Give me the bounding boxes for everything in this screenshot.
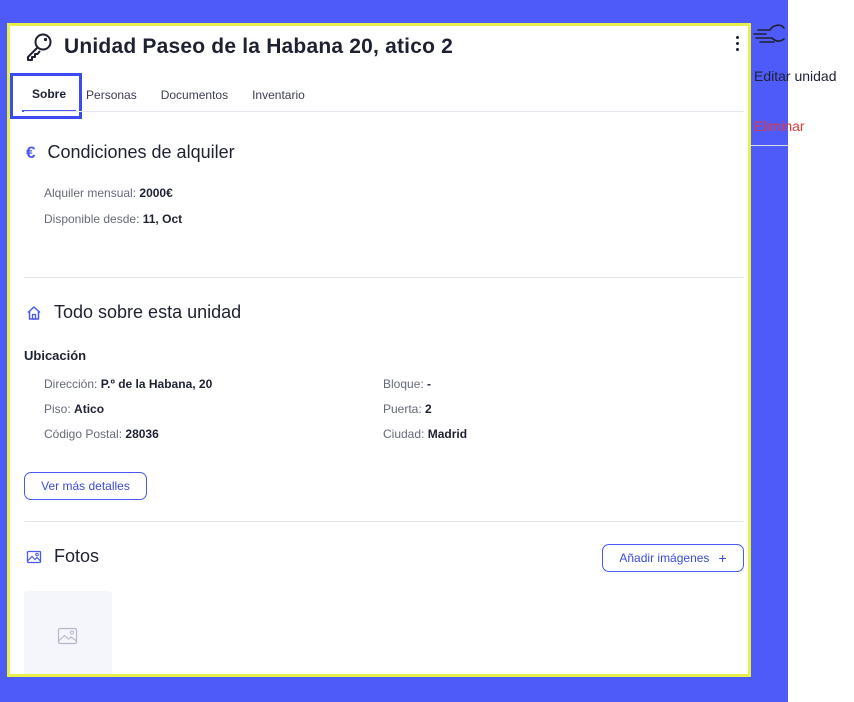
- floor-row: Piso: Atico: [44, 402, 104, 416]
- page-title: Unidad Paseo de la Habana 20, atico 2: [64, 35, 454, 58]
- postal-code-value: 28036: [125, 427, 159, 441]
- photos-title: Fotos: [54, 546, 100, 566]
- floor-value: Atico: [74, 402, 105, 416]
- address-value: P.º de la Habana, 20: [100, 377, 213, 391]
- edit-unit-menu-item[interactable]: Editar unidad: [754, 68, 837, 84]
- available-from-row: Disponible desde: 11, Oct: [44, 212, 182, 226]
- floor-label: Piso:: [44, 402, 71, 416]
- hand-cursor-icon: [753, 24, 785, 43]
- section-divider: [24, 521, 744, 522]
- block-label: Bloque:: [383, 377, 424, 391]
- image-icon: [26, 549, 42, 565]
- euro-icon: €: [26, 142, 36, 162]
- door-label: Puerta:: [383, 402, 422, 416]
- more-details-button[interactable]: Ver más detalles: [24, 472, 147, 500]
- plus-icon: +: [718, 550, 727, 566]
- section-divider: [24, 277, 744, 278]
- monthly-rent-value: 2000€: [139, 186, 173, 200]
- address-label: Dirección:: [44, 377, 98, 391]
- image-placeholder-icon: [57, 627, 78, 645]
- page-header: Unidad Paseo de la Habana 20, atico 2: [24, 32, 453, 62]
- menu-divider: [750, 145, 788, 146]
- door-value: 2: [425, 402, 432, 416]
- rental-conditions-title: Condiciones de alquiler: [47, 142, 235, 162]
- rental-conditions-heading: € Condiciones de alquiler: [26, 142, 235, 163]
- block-row: Bloque: -: [383, 377, 431, 391]
- unit-info-title: Todo sobre esta unidad: [54, 302, 242, 322]
- door-row: Puerta: 2: [383, 402, 432, 416]
- add-images-label: Añadir imágenes: [619, 551, 710, 565]
- monthly-rent-row: Alquiler mensual: 2000€: [44, 186, 173, 200]
- active-tab-highlight: [10, 73, 82, 119]
- city-row: Ciudad: Madrid: [383, 427, 467, 441]
- monthly-rent-label: Alquiler mensual:: [44, 186, 137, 200]
- more-options-icon[interactable]: [730, 32, 744, 54]
- unit-info-heading: Todo sobre esta unidad: [26, 302, 241, 323]
- tab-documentos[interactable]: Documentos: [147, 78, 238, 112]
- photos-heading: Fotos: [26, 546, 99, 567]
- home-icon: [26, 305, 42, 321]
- available-from-label: Disponible desde:: [44, 212, 140, 226]
- postal-code-label: Código Postal:: [44, 427, 123, 441]
- city-value: Madrid: [427, 427, 468, 441]
- tab-inventario[interactable]: Inventario: [238, 78, 315, 112]
- tab-personas[interactable]: Personas: [76, 78, 147, 112]
- key-icon: [27, 33, 52, 61]
- tabs-divider: [24, 111, 744, 112]
- available-from-value: 11, Oct: [142, 212, 183, 226]
- postal-code-row: Código Postal: 28036: [44, 427, 159, 441]
- unit-detail-panel: Unidad Paseo de la Habana 20, atico 2 So…: [7, 23, 751, 677]
- photo-placeholder[interactable]: [24, 591, 112, 674]
- block-value: -: [427, 377, 432, 391]
- delete-unit-menu-item[interactable]: Eliminar: [754, 118, 805, 134]
- city-label: Ciudad:: [383, 427, 425, 441]
- address-row: Dirección: P.º de la Habana, 20: [44, 377, 212, 391]
- add-images-button[interactable]: Añadir imágenes +: [602, 544, 744, 572]
- location-heading: Ubicación: [24, 348, 87, 363]
